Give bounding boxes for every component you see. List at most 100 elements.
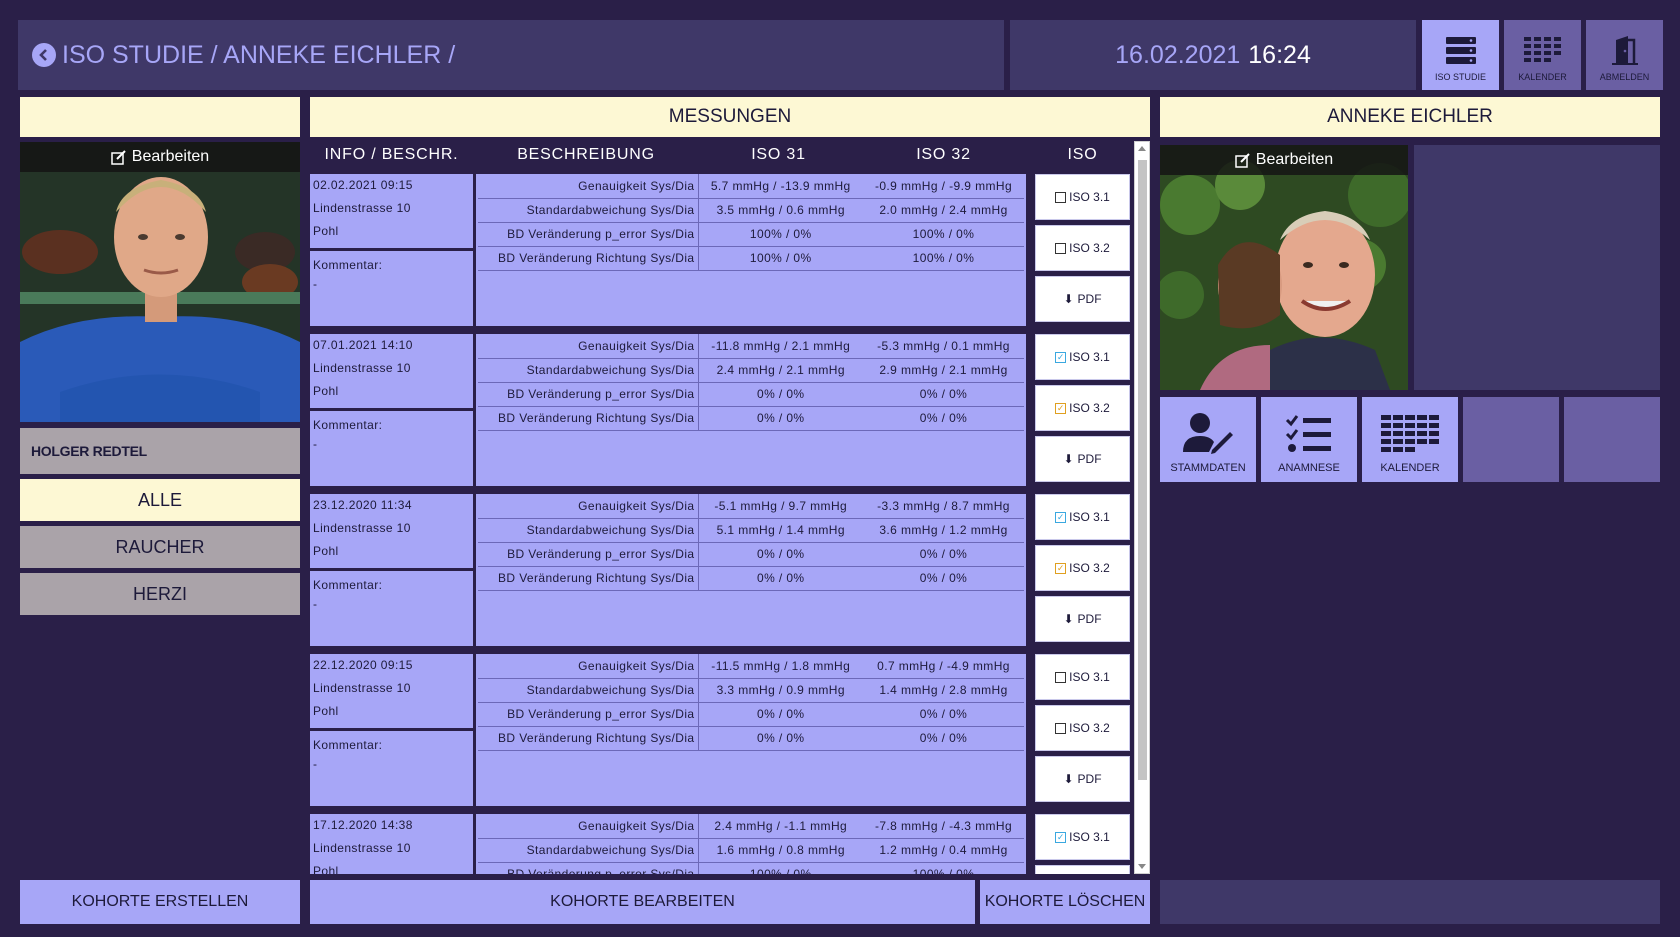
- iso31-button[interactable]: ISO 3.1: [1035, 174, 1130, 220]
- iso31-value: -11.8 mmHg / 2.1 mmHg: [698, 334, 863, 359]
- metric-label: BD Veränderung p_error Sys/Dia: [478, 702, 699, 727]
- iso31-button[interactable]: ISO 3.1: [1035, 654, 1130, 700]
- edit-icon: [111, 149, 126, 165]
- metric-label: Genauigkeit Sys/Dia: [478, 174, 699, 199]
- metric-row: BD Veränderung p_error Sys/Dia 100% / 0% 1…: [478, 222, 1024, 247]
- calendar-grid-icon: [1381, 415, 1439, 452]
- portrait-man: [20, 142, 300, 422]
- breadcrumb[interactable]: ISO STUDIE / ANNEKE EICHLER /: [62, 41, 455, 70]
- anamnese-tile[interactable]: ANAMNESE: [1261, 397, 1357, 482]
- comment-label: Kommentar:: [313, 418, 383, 432]
- iso32-label: ISO 3.2: [1069, 401, 1110, 415]
- iso31-button[interactable]: ✓ ISO 3.1: [1035, 494, 1130, 540]
- metric-row: Standardabweichung Sys/Dia 2.4 mmHg / 2.1…: [478, 358, 1024, 383]
- iso32-value: 0% / 0%: [863, 566, 1024, 591]
- metric-row: Genauigkeit Sys/Dia -11.5 mmHg / 1.8 mmHg…: [478, 654, 1024, 679]
- measurement-street: Lindenstrasse 10: [313, 681, 411, 695]
- empty-tile: [1463, 397, 1559, 482]
- nav-kalender-button[interactable]: KALENDER: [1504, 20, 1581, 90]
- edit-cohort-button[interactable]: KOHORTE BEARBEITEN: [310, 880, 975, 924]
- iso32-value: 100% / 0%: [863, 246, 1024, 271]
- patient-photo: Bearbeiten: [20, 142, 300, 422]
- iso31-label: ISO 3.1: [1069, 190, 1110, 204]
- kalender-tile[interactable]: KALENDER: [1362, 397, 1458, 482]
- iso32-value: 2.0 mmHg / 2.4 mmHg: [863, 198, 1024, 223]
- measurement-datetime: 02.02.2021 09:15: [313, 178, 413, 192]
- iso31-button[interactable]: ✓ ISO 3.1: [1035, 334, 1130, 380]
- checkbox-checked-icon: ✓: [1055, 562, 1067, 574]
- iso32-button[interactable]: ISO 3.2: [1035, 865, 1130, 874]
- scroll-thumb[interactable]: [1138, 160, 1147, 780]
- metric-label: BD Veränderung p_error Sys/Dia: [478, 382, 699, 407]
- iso31-value: 0% / 0%: [698, 542, 863, 567]
- checklist-icon: [1285, 415, 1331, 452]
- iso32-button[interactable]: ISO 3.2: [1035, 705, 1130, 751]
- metric-row: BD Veränderung p_error Sys/Dia 0% / 0% 0% …: [478, 702, 1024, 727]
- measurements-scrollbar[interactable]: [1134, 141, 1150, 874]
- metric-row: Standardabweichung Sys/Dia 5.1 mmHg / 1.4…: [478, 518, 1024, 543]
- iso32-value: -7.8 mmHg / -4.3 mmHg: [863, 814, 1024, 839]
- date-time-display: 16.02.2021 16:24: [1010, 20, 1416, 90]
- measurement-street: Lindenstrasse 10: [313, 841, 411, 855]
- metric-row: Genauigkeit Sys/Dia -5.1 mmHg / 9.7 mmHg -…: [478, 494, 1024, 519]
- measurement-row: 23.12.2020 11:34 Lindenstrasse 10 Pohl Komm…: [310, 492, 1150, 652]
- right-empty-panel: [1414, 145, 1660, 390]
- pdf-button[interactable]: ⬇ PDF: [1035, 596, 1130, 642]
- iso31-value: 5.1 mmHg / 1.4 mmHg: [698, 518, 863, 543]
- nav-iso-studie-button[interactable]: ISO STUDIE: [1422, 20, 1499, 90]
- scroll-up-icon[interactable]: [1138, 146, 1146, 151]
- iso-button-column: ISO 3.1 ISO 3.2 ⬇ PDF: [1035, 174, 1130, 327]
- download-icon: ⬇: [1063, 612, 1074, 626]
- scroll-down-icon[interactable]: [1138, 864, 1146, 869]
- pdf-button[interactable]: ⬇ PDF: [1035, 276, 1130, 322]
- pdf-button[interactable]: ⬇ PDF: [1035, 436, 1130, 482]
- metric-label: BD Veränderung Richtung Sys/Dia: [478, 246, 699, 271]
- filter-raucher-button[interactable]: RAUCHER: [20, 526, 300, 568]
- iso32-label: ISO 3.2: [1069, 721, 1110, 735]
- edit-subject-photo-button[interactable]: Bearbeiten: [1160, 145, 1408, 175]
- iso32-value: 0% / 0%: [863, 702, 1024, 727]
- iso-button-column: ✓ ISO 3.1 ✓ ISO 3.2 ⬇ PDF: [1035, 494, 1130, 647]
- iso32-button[interactable]: ✓ ISO 3.2: [1035, 545, 1130, 591]
- iso31-value: -5.1 mmHg / 9.7 mmHg: [698, 494, 863, 519]
- iso32-value: -3.3 mmHg / 8.7 mmHg: [863, 494, 1024, 519]
- measurement-comment-box: Kommentar: -: [310, 411, 473, 486]
- measurements-list[interactable]: 02.02.2021 09:15 Lindenstrasse 10 Pohl Komm…: [310, 172, 1150, 874]
- metric-label: Standardabweichung Sys/Dia: [478, 838, 699, 863]
- checkbox-checked-icon: ✓: [1055, 402, 1067, 414]
- edit-label: Bearbeiten: [131, 148, 210, 165]
- patient-name-left: HOLGER REDTEL: [20, 428, 300, 474]
- metric-label: Genauigkeit Sys/Dia: [478, 494, 699, 519]
- filter-alle-button[interactable]: ALLE: [20, 479, 300, 521]
- iso32-value: 0% / 0%: [863, 406, 1024, 431]
- column-header-info: INFO / BESCHR.: [324, 146, 459, 163]
- iso31-value: 1.6 mmHg / 0.8 mmHg: [698, 838, 863, 863]
- metric-row: Genauigkeit Sys/Dia 5.7 mmHg / -13.9 mmHg…: [478, 174, 1024, 199]
- iso32-label: ISO 3.2: [1069, 561, 1110, 575]
- nav-abmelden-button[interactable]: ABMELDEN: [1586, 20, 1663, 90]
- iso31-button[interactable]: ✓ ISO 3.1: [1035, 814, 1130, 860]
- iso32-button[interactable]: ✓ ISO 3.2: [1035, 385, 1130, 431]
- metric-label: Genauigkeit Sys/Dia: [478, 334, 699, 359]
- metric-row: BD Veränderung p_error Sys/Dia 0% / 0% 0% …: [478, 382, 1024, 407]
- delete-cohort-button[interactable]: KOHORTE LÖSCHEN: [980, 880, 1150, 924]
- column-header-iso31: ISO 31: [751, 146, 806, 163]
- edit-photo-button[interactable]: Bearbeiten: [20, 142, 300, 172]
- back-arrow-icon[interactable]: [32, 43, 56, 67]
- pdf-label: PDF: [1077, 772, 1102, 786]
- filter-herzi-button[interactable]: HERZI: [20, 573, 300, 615]
- edit-label: Bearbeiten: [1255, 151, 1334, 168]
- create-cohort-button[interactable]: KOHORTE ERSTELLEN: [20, 880, 300, 924]
- stammdaten-tile[interactable]: STAMMDATEN: [1160, 397, 1256, 482]
- iso32-button[interactable]: ISO 3.2: [1035, 225, 1130, 271]
- metric-label: Standardabweichung Sys/Dia: [478, 358, 699, 383]
- pdf-button[interactable]: ⬇ PDF: [1035, 756, 1130, 802]
- iso32-value: 0% / 0%: [863, 382, 1024, 407]
- measurement-city: Pohl: [313, 704, 339, 718]
- edit-icon: [1235, 152, 1250, 168]
- subject-photo: Bearbeiten: [1160, 145, 1408, 390]
- iso31-value: 0% / 0%: [698, 382, 863, 407]
- measurement-street: Lindenstrasse 10: [313, 521, 411, 535]
- measurement-city: Pohl: [313, 544, 339, 558]
- measurement-datetime: 07.01.2021 14:10: [313, 338, 413, 352]
